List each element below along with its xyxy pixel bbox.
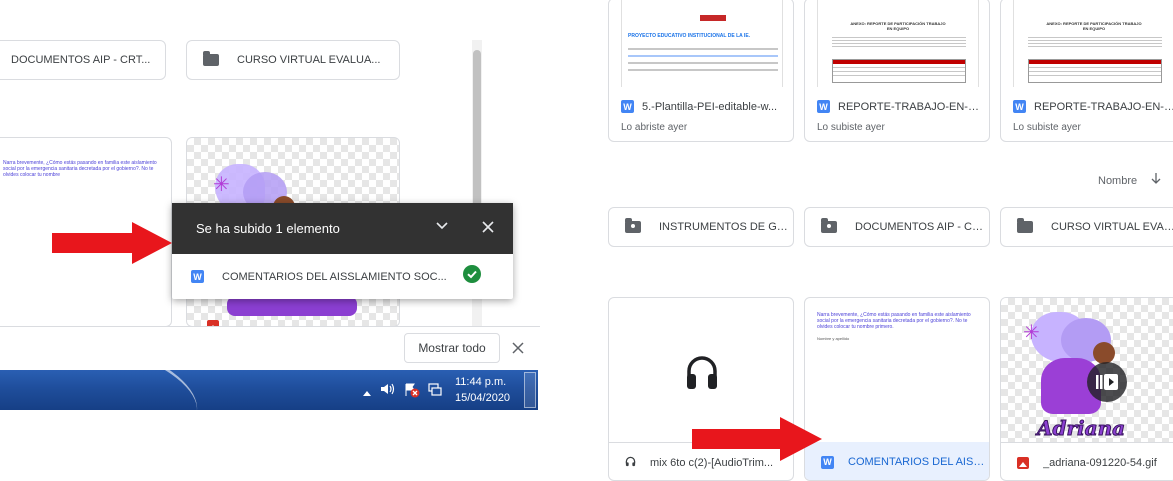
file-name: _adriana-091220-54.gif bbox=[1043, 456, 1157, 469]
word-file-icon: W bbox=[821, 455, 834, 469]
image-file-icon bbox=[1017, 456, 1029, 469]
file-info: W REPORTE-TRABAJO-EN-E... bbox=[1013, 100, 1173, 113]
shared-folder-icon bbox=[821, 218, 837, 233]
folder-label: DOCUMENTOS AIP - CRT... bbox=[11, 54, 151, 66]
file-info: _adriana-091220-54.gif bbox=[1001, 442, 1173, 480]
file-name: REPORTE-TRABAJO-EN-E... bbox=[1034, 100, 1173, 113]
recent-file-card[interactable]: PROYECTO EDUCATIVO INSTITUCIONAL DE LA I… bbox=[608, 0, 794, 142]
arrow-down-icon[interactable] bbox=[1151, 172, 1161, 190]
taskbar-glare bbox=[31, 370, 209, 410]
document-thumbnail: PROYECTO EDUCATIVO INSTITUCIONAL DE LA I… bbox=[621, 0, 783, 87]
thumbnail-heading: PROYECTO EDUCATIVO INSTITUCIONAL DE LA I… bbox=[628, 33, 751, 39]
network-icon[interactable] bbox=[428, 382, 442, 401]
upload-toast-header: Se ha subido 1 elemento bbox=[172, 203, 513, 254]
file-info: W REPORTE-TRABAJO-EN-E... bbox=[817, 100, 984, 113]
volume-icon[interactable] bbox=[380, 382, 396, 401]
right-screenshot: PROYECTO EDUCATIVO INSTITUCIONAL DE LA I… bbox=[590, 0, 1173, 481]
word-file-icon: W bbox=[621, 100, 634, 113]
file-info: W COMENTARIOS DEL AISS... bbox=[805, 442, 989, 480]
folder-curso-virtual[interactable]: CURSO VIRTUAL EVALUA... bbox=[186, 40, 400, 80]
show-desktop-button[interactable] bbox=[524, 372, 536, 408]
folder-documentos-aip[interactable]: DOCUMENTOS AIP - CRT... bbox=[804, 207, 990, 247]
word-file-icon: W bbox=[1013, 100, 1026, 113]
uploaded-file-name: COMENTARIOS DEL AISSLAMIENTO SOC... bbox=[222, 270, 447, 283]
word-file-icon: W bbox=[191, 270, 204, 283]
sort-control[interactable]: Nombre bbox=[1098, 172, 1161, 190]
recent-file-card[interactable]: ANEXO: REPORTE DE PARTICIPACIÓN TRABAJO … bbox=[1000, 0, 1173, 142]
red-arrow-annotation bbox=[52, 222, 172, 264]
thumbnail-heading: ANEXO: REPORTE DE PARTICIPACIÓN TRABAJO … bbox=[1046, 21, 1142, 31]
video-play-icon[interactable] bbox=[1087, 362, 1127, 402]
comment-preview-text: Narra brevemente, ¿Cómo estás pasando en… bbox=[817, 312, 971, 330]
folder-icon bbox=[1017, 218, 1033, 233]
file-name: REPORTE-TRABAJO-EN-E... bbox=[838, 100, 984, 113]
action-center-flag-icon[interactable] bbox=[404, 382, 420, 403]
file-activity: Lo abriste ayer bbox=[621, 122, 688, 133]
file-card-gif[interactable]: ✳ Adriana _adriana-091220-54.gif bbox=[1000, 297, 1173, 481]
gif-thumbnail: ✳ Adriana bbox=[1001, 298, 1173, 442]
peru-logo bbox=[700, 15, 726, 21]
folder-documentos-aip[interactable]: DOCUMENTOS AIP - CRT... bbox=[0, 40, 166, 80]
collapse-chevron-icon[interactable] bbox=[434, 217, 450, 238]
headphones-icon bbox=[685, 354, 719, 395]
sparkle-icon: ✳ bbox=[213, 174, 230, 196]
report-table bbox=[832, 59, 966, 83]
fairy-head bbox=[1093, 342, 1115, 364]
thumbnail-heading: ANEXO: REPORTE DE PARTICIPACIÓN TRABAJO … bbox=[850, 21, 946, 31]
folder-icon bbox=[203, 51, 219, 66]
file-activity: Lo subiste ayer bbox=[1013, 122, 1081, 133]
tray-expand-icon[interactable] bbox=[363, 385, 371, 403]
downloads-bar: Mostrar todo bbox=[0, 326, 540, 370]
shared-folder-icon bbox=[625, 218, 641, 233]
sparkle-icon: ✳ bbox=[1023, 322, 1040, 344]
folder-label: CURSO VIRTUAL EVALUA... bbox=[1051, 221, 1173, 233]
taskbar-time[interactable]: 11:44 p.m. bbox=[455, 376, 506, 388]
document-thumbnail: ANEXO: REPORTE DE PARTICIPACIÓN TRABAJO … bbox=[817, 0, 979, 87]
check-circle-icon bbox=[462, 265, 481, 288]
folder-label: INSTRUMENTOS DE GES... bbox=[659, 221, 793, 233]
windows-taskbar: 11:44 p.m. 15/04/2020 bbox=[0, 370, 538, 410]
folder-label: DOCUMENTOS AIP - CRT... bbox=[855, 221, 989, 233]
taskbar-date[interactable]: 15/04/2020 bbox=[455, 392, 510, 404]
sort-label: Nombre bbox=[1098, 175, 1138, 187]
file-card-comentarios[interactable]: Narra brevemente, ¿Cómo estás pasando en… bbox=[804, 297, 990, 481]
file-name: 5.-Plantilla-PEI-editable-w... bbox=[642, 100, 778, 113]
upload-toast: Se ha subido 1 elemento W COMENTARIOS DE… bbox=[172, 203, 513, 299]
file-info: W 5.-Plantilla-PEI-editable-w... bbox=[621, 100, 788, 113]
bullet-lines bbox=[1028, 35, 1162, 49]
show-all-button[interactable]: Mostrar todo bbox=[404, 333, 500, 363]
close-icon[interactable] bbox=[512, 341, 524, 359]
upload-toast-item[interactable]: W COMENTARIOS DEL AISSLAMIENTO SOC... bbox=[172, 254, 513, 299]
recent-file-card[interactable]: ANEXO: REPORTE DE PARTICIPACIÓN TRABAJO … bbox=[804, 0, 990, 142]
red-arrow-annotation bbox=[692, 417, 822, 461]
gif-name-art bbox=[227, 296, 357, 316]
close-icon[interactable] bbox=[480, 219, 496, 240]
headphones-small-icon bbox=[625, 454, 636, 472]
form-lines bbox=[628, 45, 778, 76]
document-thumbnail: ANEXO: REPORTE DE PARTICIPACIÓN TRABAJO … bbox=[1013, 0, 1173, 87]
upload-toast-title: Se ha subido 1 elemento bbox=[196, 221, 340, 236]
word-file-icon: W bbox=[817, 100, 830, 113]
file-name: COMENTARIOS DEL AISS... bbox=[848, 456, 988, 468]
folder-instrumentos[interactable]: INSTRUMENTOS DE GES... bbox=[608, 207, 794, 247]
report-table bbox=[1028, 59, 1162, 83]
left-screenshot: DOCUMENTOS AIP - CRT... CURSO VIRTUAL EV… bbox=[0, 0, 540, 479]
folder-label: CURSO VIRTUAL EVALUA... bbox=[237, 54, 381, 66]
folder-curso-virtual[interactable]: CURSO VIRTUAL EVALUA... bbox=[1000, 207, 1173, 247]
bullet-lines bbox=[832, 35, 966, 49]
gif-name-art: Adriana bbox=[1036, 416, 1126, 441]
card-preview-text: Narra brevemente, ¿Cómo estás pasando en… bbox=[3, 160, 157, 178]
comment-preview-name: Nombre y apellido bbox=[817, 336, 850, 341]
file-activity: Lo subiste ayer bbox=[817, 122, 885, 133]
